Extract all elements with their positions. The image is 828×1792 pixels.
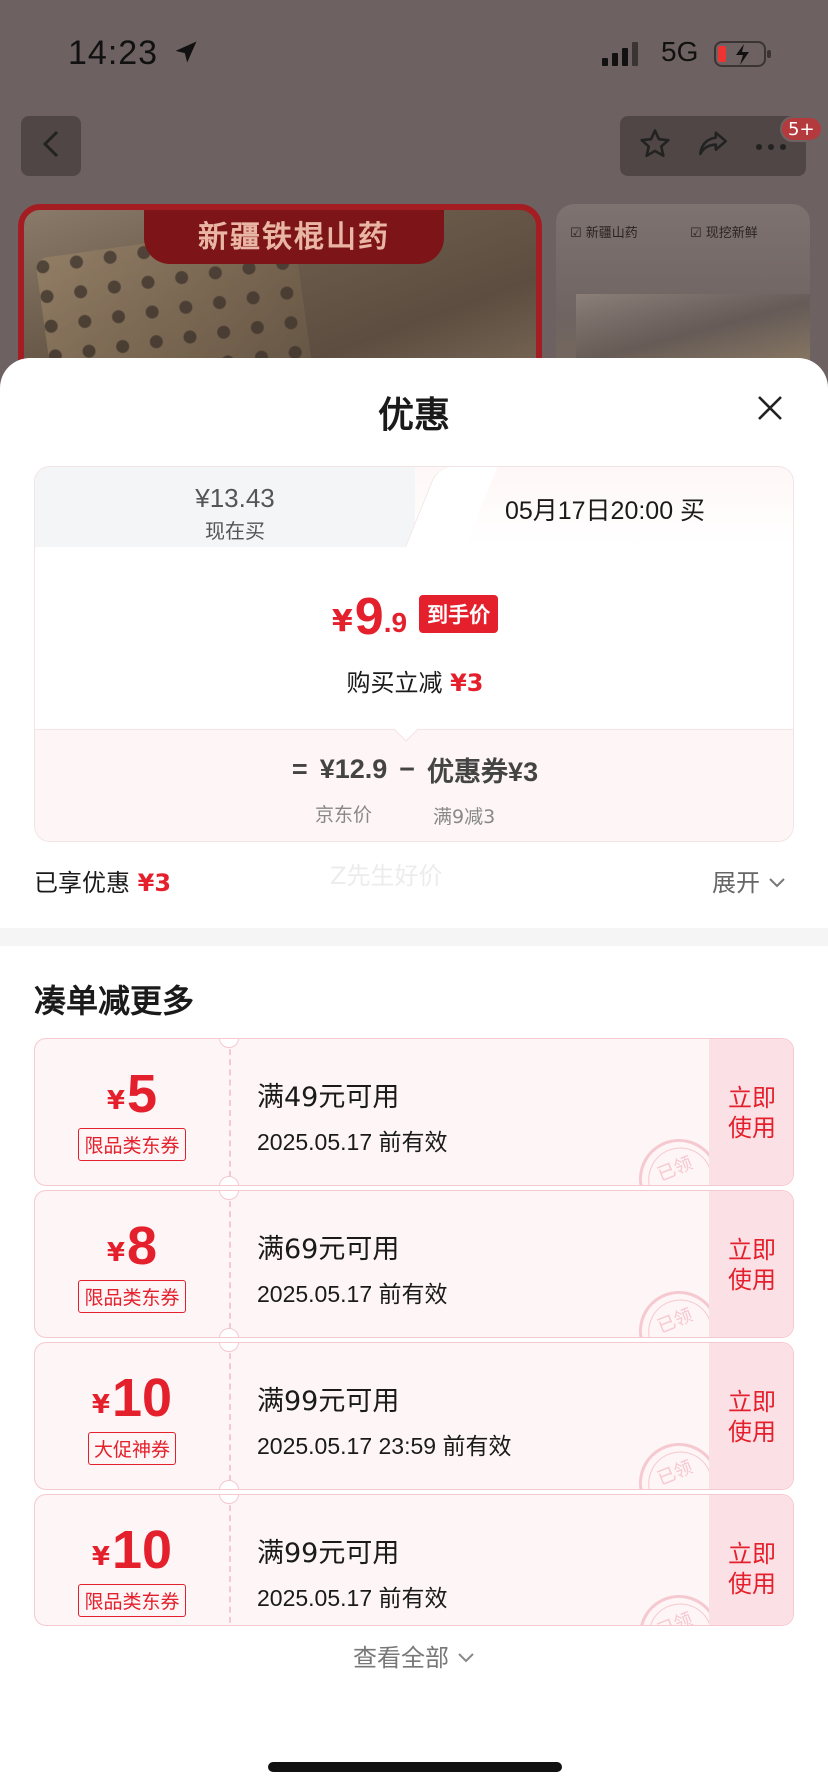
coupon-notch-bottom: [219, 1480, 239, 1489]
home-indicator: [268, 1762, 562, 1772]
status-bar: 14:23 5G: [0, 0, 828, 100]
use-now-label: 立即使用: [728, 1236, 776, 1294]
formula-row: = ¥12.9 − 优惠券¥3: [35, 750, 793, 789]
more-icon[interactable]: [754, 137, 788, 156]
final-price-decimal: .9: [383, 607, 408, 638]
coupon-condition: 满69元可用: [257, 1234, 400, 1265]
coupon-value: ¥10 大促神券: [35, 1343, 229, 1489]
coupon-condition: 满49元可用: [257, 1082, 400, 1113]
final-price-integer: 9: [354, 588, 384, 646]
section-divider: [0, 928, 828, 946]
final-price: ¥ 9 .9 到手价: [35, 588, 793, 646]
chevron-down-icon: [768, 867, 786, 895]
close-icon: [756, 394, 784, 426]
enjoyed-amount: ¥3: [137, 869, 172, 897]
coupon-separator: [229, 1495, 231, 1625]
coupon-card: ¥10 限品类东券 满99元可用 2025.05.17 前有效 已领 立即使用: [34, 1494, 794, 1626]
coupon-kind: 限品类东券: [78, 1279, 186, 1313]
use-now-button[interactable]: 立即使用: [709, 1495, 793, 1625]
formula-equals: =: [291, 754, 308, 784]
chevron-down-icon: [457, 1642, 475, 1670]
coupon-currency: ¥: [106, 1085, 126, 1116]
thumbnail-feature-1: ☑ 新疆山药: [570, 226, 638, 241]
price-card: ¥13.43 现在买 05月17日20:00 买 ¥ 9 .9 到手价 购买立减…: [34, 466, 794, 842]
coupon-currency: ¥: [91, 1541, 110, 1572]
expand-label: 展开: [712, 869, 760, 897]
use-now-button[interactable]: 立即使用: [709, 1343, 793, 1489]
coupon-validity: 2025.05.17 23:59 前有效: [257, 1433, 512, 1459]
formula-coupon: 优惠券¥3: [427, 757, 539, 787]
top-action-group: [620, 116, 806, 176]
coupon-value: ¥5 限品类东券: [35, 1039, 229, 1185]
background-page: 14:23 5G 5+ 新疆铁棍山药 ☑ 新疆山药 ☑ 现挖新鲜: [0, 0, 828, 394]
coupon-amount: 8: [127, 1215, 158, 1276]
price-formula: = ¥12.9 − 优惠券¥3 京东价 满9减3: [35, 716, 793, 841]
formula-coupon-label: 满9减3: [433, 806, 496, 828]
use-now-label: 立即使用: [728, 1084, 776, 1142]
use-now-label: 立即使用: [728, 1388, 776, 1446]
enjoyed-discount: 已享优惠 ¥3: [34, 863, 171, 898]
formula-notch: [393, 716, 419, 742]
thumbnail-feature-2: ☑ 现挖新鲜: [690, 226, 758, 241]
sheet-title: 优惠: [377, 395, 450, 436]
coupon-kind: 大促神券: [87, 1431, 176, 1465]
coupon-currency: ¥: [91, 1389, 110, 1420]
coupon-condition: 满99元可用: [257, 1538, 400, 1569]
discount-sheet: 优惠 ¥13.43 现在买 05月17日20:00 买 ¥ 9 .9 到手价 购…: [0, 358, 828, 1792]
battery-charging-icon: [714, 40, 774, 72]
tab-now-price: ¥13.43: [195, 483, 275, 513]
coupon-separator: [229, 1039, 231, 1185]
enjoyed-label: 已享优惠: [34, 869, 130, 897]
hero-title: 新疆铁棍山药: [198, 220, 390, 255]
coupon-amount: 10: [112, 1519, 173, 1580]
tab-now-label: 现在买: [205, 519, 265, 543]
location-arrow-icon: [172, 38, 200, 70]
share-icon[interactable]: [695, 127, 731, 165]
coupon-validity: 2025.05.17 前有效: [257, 1281, 448, 1307]
use-now-button[interactable]: 立即使用: [709, 1039, 793, 1185]
more-section-title: 凑单减更多: [34, 982, 195, 1020]
coupon-separator: [229, 1343, 231, 1489]
use-now-button[interactable]: 立即使用: [709, 1191, 793, 1337]
coupon-kind: 限品类东券: [78, 1583, 186, 1617]
coupon-card: ¥5 限品类东券 满49元可用 2025.05.17 前有效 已领 立即使用: [34, 1038, 794, 1186]
signal-icon: [602, 42, 642, 70]
coupon-currency: ¥: [106, 1237, 126, 1268]
coupon-notch-bottom: [219, 1176, 239, 1185]
network-label: 5G: [661, 36, 699, 67]
final-price-tag: 到手价: [419, 595, 499, 633]
coupon-validity: 2025.05.17 前有效: [257, 1585, 448, 1611]
coupon-card: ¥10 大促神券 满99元可用 2025.05.17 23:59 前有效 已领 …: [34, 1342, 794, 1490]
formula-jd-price: ¥12.9: [319, 754, 388, 784]
use-now-label: 立即使用: [728, 1540, 776, 1598]
star-icon[interactable]: [638, 127, 672, 165]
watermark: Z先生好价: [330, 862, 443, 890]
close-button[interactable]: [748, 388, 792, 432]
instant-discount-amount: ¥3: [450, 669, 484, 697]
back-button[interactable]: [21, 116, 81, 176]
message-count-badge: 5+: [780, 116, 823, 142]
coupon-notch-bottom: [219, 1328, 239, 1337]
tab-buy-now[interactable]: ¥13.43 现在买: [35, 467, 455, 547]
expand-button[interactable]: 展开: [712, 863, 786, 898]
status-time: 14:23: [68, 34, 159, 72]
coupon-value: ¥10 限品类东券: [35, 1495, 229, 1625]
formula-jd-price-label: 京东价: [315, 804, 373, 826]
coupon-amount: 5: [127, 1063, 158, 1124]
view-all-button[interactable]: 查看全部: [0, 1638, 828, 1673]
back-icon: [40, 129, 62, 163]
coupon-condition: 满99元可用: [257, 1386, 400, 1417]
coupon-card: ¥8 限品类东券 满69元可用 2025.05.17 前有效 已领 立即使用: [34, 1190, 794, 1338]
coupon-kind: 限品类东券: [78, 1127, 186, 1161]
coupon-amount: 10: [112, 1367, 173, 1428]
view-all-label: 查看全部: [353, 1644, 449, 1672]
coupon-separator: [229, 1191, 231, 1337]
final-price-currency: ¥: [331, 604, 353, 639]
hero-title-plate: 新疆铁棍山药: [144, 210, 444, 264]
instant-discount-label: 购买立减: [346, 669, 443, 697]
coupon-validity: 2025.05.17 前有效: [257, 1129, 448, 1155]
coupon-value: ¥8 限品类东券: [35, 1191, 229, 1337]
instant-discount: 购买立减 ¥3: [35, 663, 793, 698]
formula-minus: −: [399, 754, 416, 784]
